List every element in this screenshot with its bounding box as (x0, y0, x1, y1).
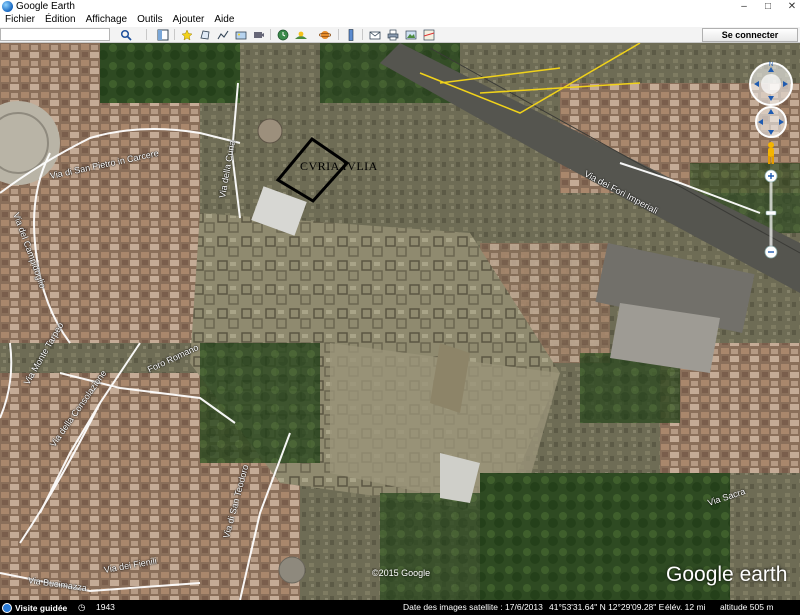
move-control[interactable] (754, 105, 788, 139)
google-earth-icon (2, 1, 13, 12)
guided-tour-button[interactable]: Visite guidée (2, 601, 67, 614)
window-title: Google Earth (16, 1, 75, 12)
toolbar-separator (338, 29, 339, 40)
window-controls: – □ ✕ (738, 0, 798, 13)
email-button[interactable] (368, 28, 382, 41)
cursor-coordinates: 41°53'31.64" N 12°29'09.28" E (549, 602, 665, 612)
ruler-button[interactable] (344, 28, 358, 41)
elevation-readout: élév. 12 mi (665, 602, 706, 612)
search-input[interactable] (0, 28, 110, 41)
record-tour-button[interactable] (252, 28, 266, 41)
sunlight-button[interactable] (294, 28, 308, 41)
planets-button[interactable] (318, 28, 332, 41)
sidebar-toggle-button[interactable] (156, 28, 170, 41)
curia-iulia-label: CVRIA IVLIA (300, 159, 378, 173)
add-polygon-button[interactable] (198, 28, 212, 41)
email-icon (369, 31, 381, 39)
toolbar: Se connecter (0, 27, 800, 43)
print-button[interactable] (386, 28, 400, 41)
map-view[interactable]: CVRIA IVLIA Via di San Pietro in Carcere… (0, 43, 800, 600)
add-placemark-button[interactable] (180, 28, 194, 41)
placemark-icon (181, 28, 193, 41)
menu-fichier[interactable]: Fichier (0, 13, 40, 27)
add-image-overlay-button[interactable] (234, 28, 248, 41)
status-bar: Visite guidée ◷ 1943 Date des images sat… (0, 600, 800, 615)
save-image-icon (405, 30, 417, 39)
title-bar: Google Earth – □ ✕ (0, 0, 800, 13)
search-button[interactable] (118, 28, 134, 41)
historical-imagery-icon (277, 29, 289, 40)
history-icon: ◷ (78, 602, 86, 612)
sidebar-icon (157, 29, 169, 40)
imagery-year: 1943 (96, 602, 115, 612)
sunlight-icon (295, 31, 307, 39)
tour-record-icon (254, 31, 264, 38)
add-path-button[interactable] (216, 28, 230, 41)
sign-in-button[interactable]: Se connecter (702, 28, 798, 42)
toolbar-separator (146, 29, 147, 40)
menu-outils[interactable]: Outils (132, 13, 168, 27)
search-icon (120, 29, 132, 41)
logo-google-text: Google (666, 563, 734, 586)
menu-bar: Fichier Édition Affichage Outils Ajouter… (0, 13, 800, 27)
tour-label: Visite guidée (15, 602, 68, 613)
imagery-date: Date des images satellite : 17/6/2013 (403, 602, 543, 612)
street-view-pegman-icon[interactable] (765, 141, 777, 165)
tour-icon (2, 602, 12, 613)
minimize-button[interactable]: – (738, 1, 750, 13)
save-image-button[interactable] (404, 28, 418, 41)
eye-altitude-readout: altitude 505 m (720, 602, 774, 612)
image-overlay-icon (235, 31, 247, 39)
menu-aide[interactable]: Aide (209, 13, 239, 27)
logo-earth-text: earth (739, 563, 788, 586)
satellite-imagery (0, 43, 800, 600)
toolbar-separator (362, 29, 363, 40)
toolbar-separator (270, 29, 271, 40)
svg-text:N: N (769, 62, 773, 68)
maximize-button[interactable]: □ (762, 1, 774, 13)
polygon-icon (200, 30, 210, 39)
path-icon (217, 30, 229, 39)
print-icon (387, 29, 399, 40)
menu-ajouter[interactable]: Ajouter (168, 13, 210, 27)
look-control[interactable]: N (748, 61, 794, 107)
menu-affichage[interactable]: Affichage (81, 13, 133, 27)
copyright-notice: ©2015 Google (372, 568, 431, 578)
maps-icon (423, 29, 435, 40)
ruler-icon (348, 28, 354, 41)
close-button[interactable]: ✕ (786, 1, 798, 13)
view-in-maps-button[interactable] (422, 28, 436, 41)
planets-icon (319, 30, 331, 39)
google-earth-logo: Google earth (666, 563, 787, 587)
menu-edition[interactable]: Édition (40, 13, 81, 27)
toolbar-separator (174, 29, 175, 40)
historical-imagery-button[interactable] (276, 28, 290, 41)
zoom-slider[interactable] (764, 169, 778, 259)
